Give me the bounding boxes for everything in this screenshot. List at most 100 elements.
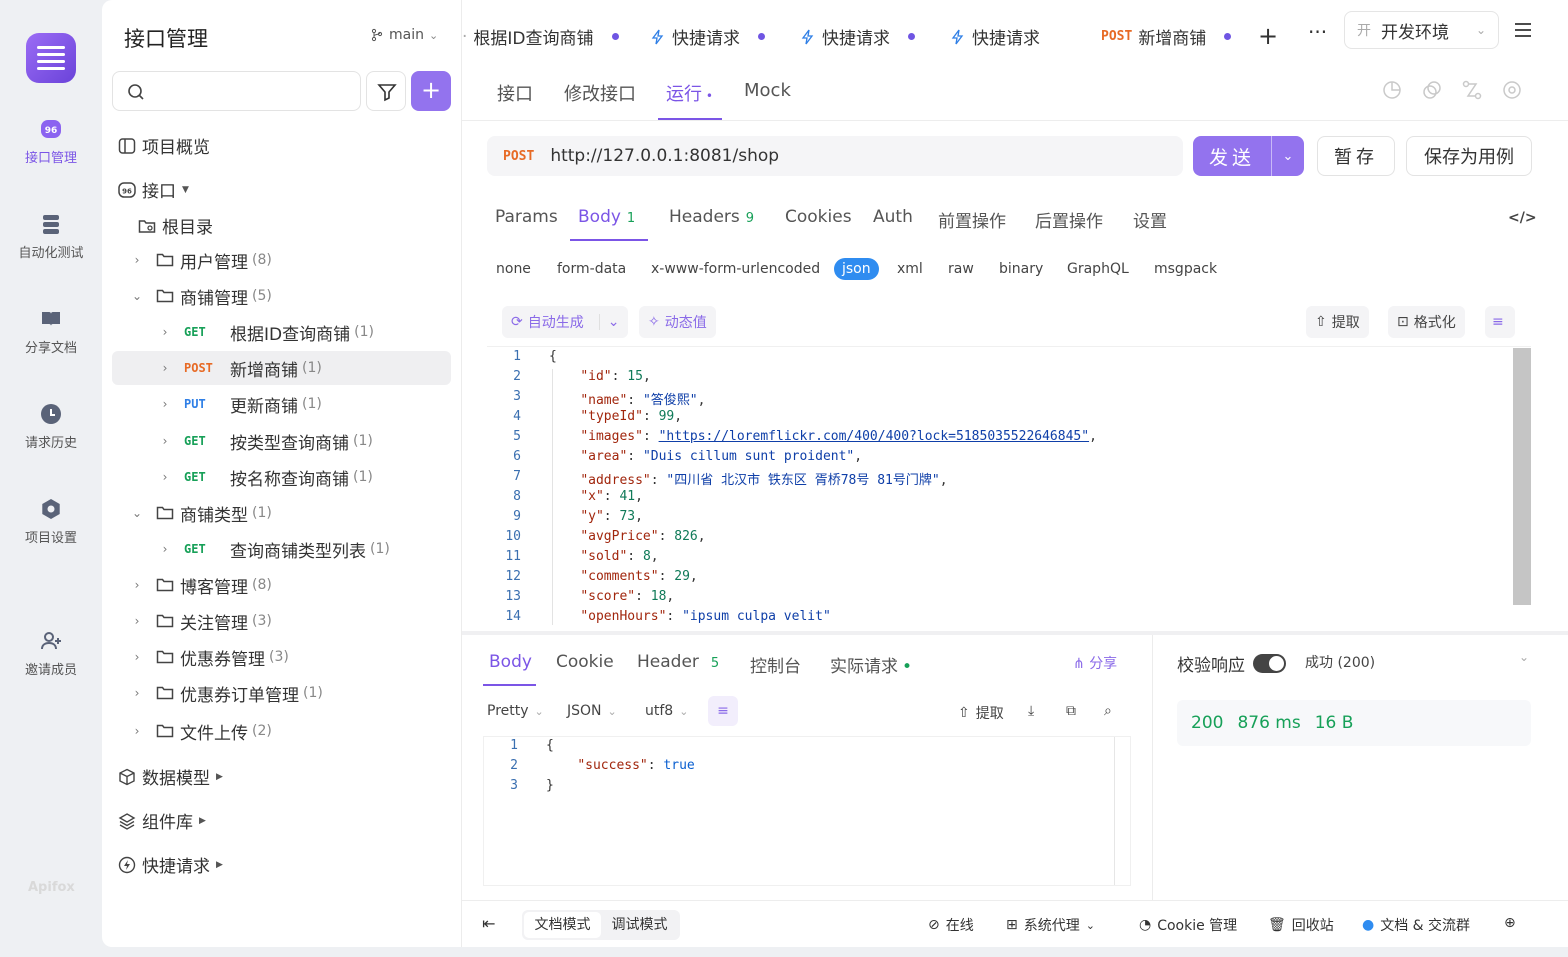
chevron-right-icon[interactable]: › bbox=[130, 724, 144, 738]
tree-folder[interactable]: ⌄ 商铺类型 (1) bbox=[112, 496, 451, 530]
nav-root[interactable]: 根目录 bbox=[138, 213, 213, 238]
app-logo[interactable] bbox=[26, 33, 76, 83]
rail-item-autotest[interactable]: 自动化测试 bbox=[0, 212, 102, 261]
encoding-select[interactable]: utf8 ⌄ bbox=[645, 703, 688, 719]
send-button[interactable]: 发送 ⌄ bbox=[1193, 136, 1304, 176]
menu-button[interactable] bbox=[1506, 13, 1540, 47]
body-type-option[interactable]: msgpack bbox=[1154, 261, 1217, 277]
tree-api-item[interactable]: › PUT 更新商铺 (1) bbox=[112, 387, 451, 421]
tree-folder[interactable]: ⌄ 商铺管理 (5) bbox=[112, 279, 451, 313]
auto-generate-button[interactable]: ⟳ 自动生成 ⌄ bbox=[502, 306, 629, 338]
chevron-right-icon[interactable]: › bbox=[130, 578, 144, 592]
response-tab[interactable]: Header 5 bbox=[637, 652, 719, 672]
tree-folder[interactable]: › 文件上传 (2) bbox=[112, 714, 451, 748]
send-dropdown[interactable]: ⌄ bbox=[1271, 136, 1304, 176]
trash-button[interactable]: 🗑︎ 回收站 bbox=[1268, 915, 1334, 935]
body-type-option[interactable]: xml bbox=[897, 261, 923, 277]
proxy-selector[interactable]: ⊞ 系统代理 ⌄ bbox=[1006, 915, 1095, 935]
url-input[interactable]: http://127.0.0.1:8081/shop bbox=[550, 146, 779, 166]
save-button[interactable]: 暂存 bbox=[1317, 136, 1395, 176]
chevron-down-icon[interactable]: ⌄ bbox=[1519, 650, 1529, 664]
extract-button[interactable]: ⇧ 提取 bbox=[1306, 306, 1369, 338]
rail-item-settings[interactable]: 项目设置 bbox=[0, 497, 102, 546]
response-tab[interactable]: Body bbox=[489, 652, 532, 672]
chevron-right-icon[interactable]: › bbox=[158, 434, 172, 448]
chevron-right-icon[interactable]: › bbox=[130, 614, 144, 628]
cookie-manager[interactable]: ◔ Cookie 管理 bbox=[1139, 915, 1237, 935]
filter-button[interactable] bbox=[366, 71, 406, 111]
request-tab[interactable]: 设置 bbox=[1133, 207, 1167, 232]
tab-item[interactable]: · 根据ID查询商铺 bbox=[462, 24, 619, 49]
chevron-right-icon[interactable]: › bbox=[130, 686, 144, 700]
chevron-down-icon[interactable]: ⌄ bbox=[598, 314, 619, 330]
tab-item[interactable]: 快捷请求 bbox=[800, 24, 915, 49]
upgrade-button[interactable]: ⊕ bbox=[1504, 915, 1516, 931]
tree-api-item[interactable]: › GET 按名称查询商铺 (1) bbox=[112, 460, 451, 494]
copy-button[interactable]: ⧉ bbox=[1066, 703, 1076, 719]
chevron-right-icon[interactable]: › bbox=[158, 470, 172, 484]
chevron-right-icon[interactable]: › bbox=[130, 650, 144, 664]
response-tab[interactable]: 实际请求 • bbox=[830, 652, 912, 677]
response-body-viewer[interactable]: 1{2 "success": true 3} bbox=[483, 736, 1131, 886]
environment-selector[interactable]: 开 开发环境 ⌄ bbox=[1344, 11, 1499, 49]
nav-quick-request[interactable]: 快捷请求 ▶ bbox=[118, 852, 223, 877]
tree-folder[interactable]: › 博客管理 (8) bbox=[112, 568, 451, 602]
search-button[interactable]: ⌕ bbox=[1104, 703, 1112, 719]
tree-api-item[interactable]: › POST 新增商铺 (1) bbox=[112, 351, 451, 385]
subtab-run[interactable]: 运行 • bbox=[666, 80, 713, 106]
nav-components[interactable]: 组件库 ▶ bbox=[118, 808, 206, 833]
debug-mode-option[interactable]: 调试模式 bbox=[601, 912, 678, 938]
json-value[interactable]: "https://loremflickr.com/400/400?lock=51… bbox=[659, 429, 1089, 444]
nav-api[interactable]: 96 接口 ▼ bbox=[118, 177, 189, 202]
request-tab[interactable]: 后置操作 bbox=[1035, 207, 1103, 232]
chevron-right-icon[interactable]: › bbox=[158, 325, 172, 339]
tab-item[interactable]: 快捷请求 bbox=[950, 24, 1040, 49]
wrap-button[interactable]: ≡ bbox=[1485, 306, 1515, 338]
nav-data-model[interactable]: 数据模型 ▶ bbox=[118, 764, 223, 789]
more-tabs-button[interactable]: ··· bbox=[1308, 20, 1327, 44]
tree-folder[interactable]: › 优惠券管理 (3) bbox=[112, 640, 451, 674]
copy-icon[interactable] bbox=[1422, 80, 1442, 100]
body-type-option[interactable]: none bbox=[496, 261, 531, 277]
body-type-option[interactable]: GraphQL bbox=[1067, 261, 1129, 277]
save-as-case-button[interactable]: 保存为用例 bbox=[1406, 136, 1532, 176]
wrap-button[interactable]: ≡ bbox=[708, 696, 738, 726]
chevron-right-icon[interactable]: › bbox=[158, 361, 172, 375]
request-body-editor[interactable]: 1{2 "id": 15, 3 "name": "答俊熙", 4 "typeId":… bbox=[487, 346, 1531, 625]
share-button[interactable]: ⋔ 分享 bbox=[1073, 653, 1117, 673]
lang-select[interactable]: JSON ⌄ bbox=[567, 703, 617, 719]
tree-api-item[interactable]: › GET 查询商铺类型列表 (1) bbox=[112, 532, 451, 566]
community-link[interactable]: ● 文档 & 交流群 bbox=[1362, 915, 1470, 935]
response-extract-button[interactable]: ⇧ 提取 bbox=[958, 703, 1004, 723]
search-input[interactable] bbox=[112, 71, 361, 111]
format-button[interactable]: ⊡ 格式化 bbox=[1388, 306, 1465, 338]
chevron-right-icon[interactable]: › bbox=[130, 253, 144, 267]
tab-item-active[interactable]: POST 新增商铺 bbox=[1101, 24, 1232, 49]
request-method[interactable]: POST bbox=[503, 149, 534, 164]
subtab-mock[interactable]: Mock bbox=[744, 80, 791, 101]
rail-item-docs[interactable]: 分享文档 bbox=[0, 307, 102, 356]
validate-result[interactable]: 成功 (200) bbox=[1305, 652, 1375, 672]
response-tab[interactable]: Cookie bbox=[556, 652, 614, 672]
code-view-icon[interactable]: </> bbox=[1508, 210, 1537, 226]
validate-toggle[interactable] bbox=[1253, 654, 1286, 673]
editor-scrollbar[interactable] bbox=[1513, 348, 1531, 605]
collapse-sidebar-icon[interactable]: ⇤ bbox=[482, 914, 495, 933]
request-tab[interactable]: 前置操作 bbox=[938, 207, 1006, 232]
dynamic-value-button[interactable]: ✧ 动态值 bbox=[639, 306, 716, 338]
request-tab[interactable]: Params bbox=[495, 207, 558, 227]
rail-item-api[interactable]: 96 接口管理 bbox=[0, 117, 102, 166]
nav-overview[interactable]: 项目概览 bbox=[118, 133, 210, 158]
response-tab[interactable]: 控制台 bbox=[750, 652, 801, 677]
tree-folder[interactable]: › 优惠券订单管理 (1) bbox=[112, 676, 451, 710]
request-tab[interactable]: Headers 9 bbox=[669, 207, 754, 227]
chart-icon[interactable] bbox=[1382, 80, 1402, 100]
online-status[interactable]: ⊘ 在线 bbox=[928, 915, 974, 935]
new-tab-button[interactable]: + bbox=[1258, 22, 1278, 50]
body-type-option[interactable]: form-data bbox=[557, 261, 626, 277]
tree-folder[interactable]: › 关注管理 (3) bbox=[112, 604, 451, 638]
body-type-option[interactable]: raw bbox=[948, 261, 974, 277]
subtab-edit[interactable]: 修改接口 bbox=[564, 80, 636, 106]
chevron-down-icon[interactable]: ⌄ bbox=[130, 289, 144, 303]
tree-api-item[interactable]: › GET 根据ID查询商铺 (1) bbox=[112, 315, 451, 349]
